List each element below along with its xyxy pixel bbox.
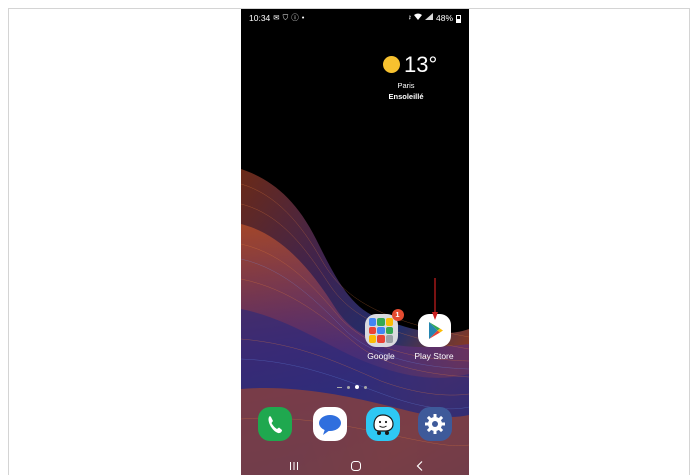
dot-icon: •	[301, 13, 305, 22]
shield-icon: ⛉	[282, 13, 289, 22]
folder-icon: 1	[364, 309, 404, 347]
battery-icon	[456, 15, 461, 23]
home-button[interactable]	[347, 457, 365, 475]
page-dot	[347, 385, 350, 389]
recent-apps-icon	[290, 462, 298, 470]
info-icon: ⓘ	[291, 13, 299, 22]
waze-app[interactable]	[366, 407, 400, 441]
weather-condition: Ensoleillé	[388, 92, 424, 101]
mute-icon: 𝄽	[408, 13, 411, 22]
play-store-app[interactable]: Play Store	[411, 314, 457, 361]
page-indicator[interactable]	[337, 385, 367, 389]
annotation-arrow	[432, 278, 438, 320]
phone-icon	[268, 416, 282, 434]
navigation-bar	[241, 457, 469, 475]
play-store-label: Play Store	[414, 351, 454, 361]
phone-screen: 10:34 ✉ ⛉ ⓘ • 𝄽 48% 13° Paris Ensoleillé	[241, 9, 469, 475]
weather-widget[interactable]: 13° Paris Ensoleillé	[373, 51, 443, 111]
folder-preview	[368, 318, 394, 343]
clock: 10:34	[249, 13, 271, 23]
wifi-icon	[413, 9, 422, 27]
back-button[interactable]	[411, 457, 429, 475]
page-dot	[364, 385, 367, 389]
battery-percent: 48%	[435, 13, 453, 23]
settings-icon	[425, 414, 445, 434]
back-icon	[416, 461, 423, 471]
page-indicator-home	[337, 386, 342, 388]
signal-icon	[424, 9, 433, 27]
sun-icon	[383, 56, 400, 73]
weather-city: Paris	[397, 81, 415, 90]
battery-fill	[457, 19, 460, 22]
messages-icon	[319, 415, 341, 435]
page-dot-active	[355, 385, 359, 389]
phone-app[interactable]	[258, 407, 292, 441]
notification-badge: 1	[391, 309, 404, 321]
status-bar: 10:34 ✉ ⛉ ⓘ • 𝄽 48%	[241, 9, 469, 27]
recent-apps-button[interactable]	[285, 457, 303, 475]
mail-icon: ✉	[273, 13, 280, 22]
home-icon	[351, 461, 361, 471]
settings-app[interactable]	[418, 407, 452, 441]
google-folder[interactable]: 1 Google	[358, 309, 404, 361]
weather-temperature: 13°	[404, 52, 438, 77]
waze-icon	[373, 414, 394, 435]
messages-app[interactable]	[313, 407, 347, 441]
